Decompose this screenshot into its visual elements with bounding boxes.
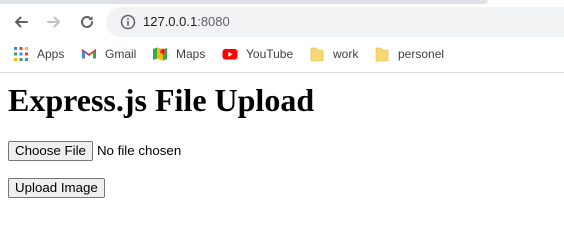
bookmark-label: Maps: [176, 47, 206, 61]
forward-button[interactable]: [42, 10, 66, 34]
bookmark-gmail[interactable]: Gmail: [81, 45, 136, 63]
back-arrow-icon: [15, 16, 28, 28]
file-status-text: No file chosen: [96, 143, 182, 158]
choose-file-button[interactable]: Choose File: [8, 140, 93, 161]
file-input[interactable]: Choose File No file chosen: [8, 140, 181, 161]
browser-chrome: 127.0.0.1:8080 Apps Gmail Maps YouTube w…: [0, 0, 564, 72]
url-host: 127.0.0.1: [143, 14, 198, 29]
url-text: 127.0.0.1:8080: [143, 14, 230, 29]
bookmark-maps[interactable]: Maps: [152, 45, 205, 63]
bookmark-youtube[interactable]: YouTube: [222, 45, 293, 63]
info-icon[interactable]: [120, 14, 136, 30]
bookmarks-bar: Apps Gmail Maps YouTube work personel: [0, 40, 564, 68]
url-port: :8080: [197, 14, 230, 29]
bookmark-label: Gmail: [105, 47, 137, 61]
bookmark-label: Apps: [37, 47, 65, 61]
apps-grid-icon: [13, 46, 29, 62]
bookmark-apps[interactable]: Apps: [13, 45, 64, 63]
youtube-icon: [222, 46, 238, 62]
address-bar[interactable]: 127.0.0.1:8080: [106, 7, 564, 37]
maps-icon: [152, 46, 168, 62]
bookmark-label: personel: [398, 47, 445, 61]
upload-image-button[interactable]: Upload Image: [8, 178, 105, 198]
forward-arrow-icon: [47, 16, 60, 28]
reload-icon: [81, 15, 93, 28]
folder-icon: [309, 46, 325, 62]
back-button[interactable]: [9, 10, 33, 34]
page-content: Express.js File Upload Choose File No fi…: [0, 73, 564, 243]
reload-button[interactable]: [75, 10, 99, 34]
bookmark-label: work: [333, 47, 359, 61]
bookmark-personel[interactable]: personel: [374, 45, 444, 63]
page-title: Express.js File Upload: [8, 82, 315, 118]
tab-strip: [0, 0, 488, 4]
gmail-icon: [81, 46, 97, 62]
bookmark-work[interactable]: work: [309, 45, 358, 63]
bookmark-label: YouTube: [246, 47, 294, 61]
folder-icon: [374, 46, 390, 62]
